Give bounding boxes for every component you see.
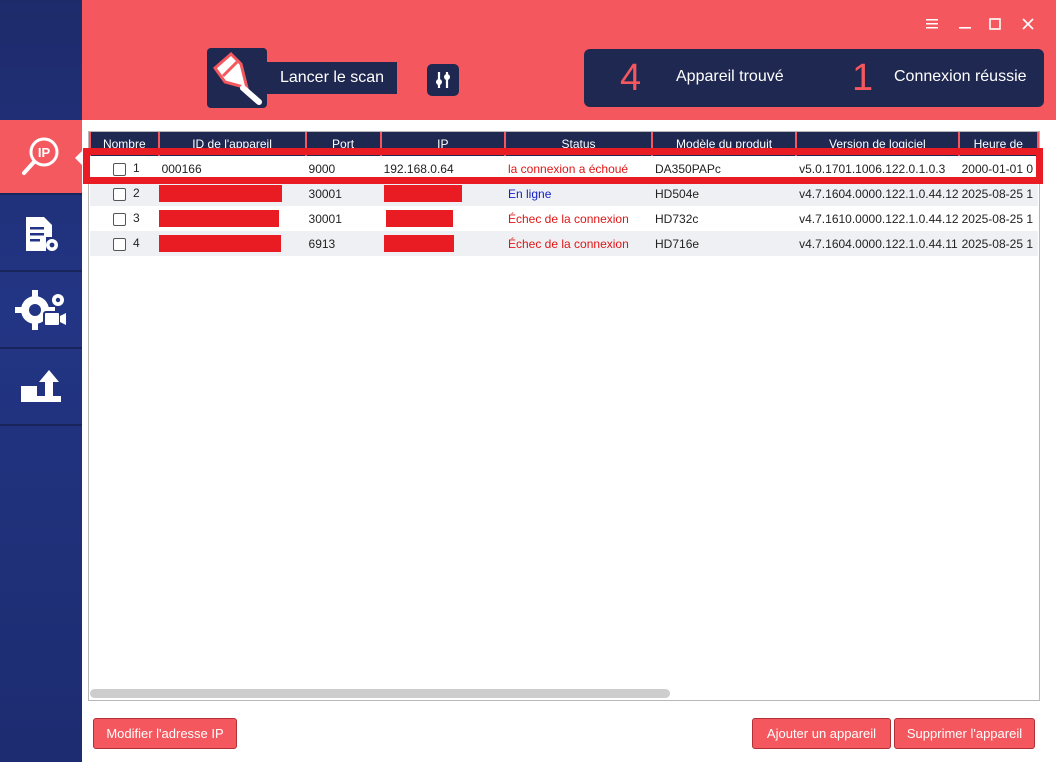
- found-label: Appareil trouvé: [676, 68, 784, 85]
- model-cell: HD504e: [652, 181, 797, 206]
- success-count: 1: [852, 57, 874, 99]
- ip-search-icon: IP: [22, 137, 59, 175]
- sidebar-item-camera-settings[interactable]: [0, 274, 82, 349]
- document-gear-icon: [26, 216, 58, 251]
- menu-icon[interactable]: [922, 14, 942, 34]
- column-header-version[interactable]: Version de logiciel: [795, 132, 960, 156]
- scan-button[interactable]: Lancer le scan: [207, 48, 397, 108]
- column-header-status[interactable]: Status: [503, 132, 654, 156]
- time-cell: 2025-08-25 1: [958, 231, 1038, 256]
- redacted-device-id: [158, 210, 279, 227]
- active-indicator: [75, 150, 83, 166]
- column-header-device-id[interactable]: ID de l'appareil: [157, 132, 307, 156]
- sidebar-item-document-settings[interactable]: [0, 197, 82, 272]
- table-row[interactable]: 4 6913 Échec de la connexion HD716e v4.7…: [90, 231, 1038, 256]
- version-cell: v4.7.1604.0000.122.1.0.44.11: [796, 231, 959, 256]
- table-row[interactable]: 3 30001 Échec de la connexion HD732c v4.…: [90, 206, 1038, 231]
- close-icon[interactable]: [1018, 14, 1038, 34]
- column-header-port[interactable]: Port: [304, 132, 382, 156]
- sidebar-item-ip-search[interactable]: IP: [0, 120, 83, 195]
- add-device-button[interactable]: Ajouter un appareil: [752, 718, 891, 749]
- gear-camera-icon: [15, 289, 66, 330]
- device-table: Nombre ID de l'appareil Port IP Status M…: [89, 132, 1039, 256]
- table-row[interactable]: 1 000166 9000 192.168.0.64 la connexion …: [90, 156, 1038, 181]
- time-cell: 2025-08-25 1: [961, 211, 1033, 226]
- port-cell: 30001: [305, 181, 381, 206]
- minimize-icon[interactable]: [955, 14, 975, 34]
- status-cell: Échec de la connexion: [505, 231, 653, 256]
- table-row[interactable]: 2 30001 En ligne HD504e v4.7.1604.0000.1…: [90, 181, 1038, 206]
- row-checkbox[interactable]: [113, 187, 126, 201]
- row-number: 3: [133, 211, 140, 226]
- device-id-cell: 000166: [161, 161, 202, 176]
- row-checkbox[interactable]: [113, 237, 126, 251]
- time-cell: 2000-01-01 0: [961, 161, 1033, 176]
- column-header-number[interactable]: Nombre: [89, 132, 160, 156]
- maximize-icon[interactable]: [985, 14, 1005, 34]
- port-cell: 30001: [308, 211, 342, 226]
- row-checkbox[interactable]: [113, 162, 126, 176]
- modify-ip-button[interactable]: Modifier l'adresse IP: [93, 718, 237, 749]
- row-number: 1: [133, 161, 140, 176]
- svg-text:IP: IP: [38, 145, 51, 160]
- version-cell: v5.0.1701.1006.122.0.1.0.3: [799, 161, 946, 176]
- status-cell: la connexion a échoué: [508, 161, 629, 176]
- upload-icon: [21, 369, 61, 402]
- status-cell: Échec de la connexion: [508, 211, 629, 226]
- redacted-device-id: [158, 235, 281, 252]
- port-cell: 9000: [308, 161, 336, 176]
- scan-summary: 4 Appareil trouvé 1 Connexion réussie: [584, 49, 1044, 107]
- horizontal-scrollbar[interactable]: [90, 689, 670, 698]
- success-label: Connexion réussie: [894, 68, 1027, 85]
- found-count: 4: [620, 57, 642, 99]
- delete-device-button[interactable]: Supprimer l'appareil: [894, 718, 1035, 749]
- row-number: 4: [133, 236, 140, 251]
- redacted-ip: [385, 210, 453, 227]
- sliders-icon: [436, 72, 450, 88]
- column-header-model[interactable]: Modèle du produit: [651, 132, 798, 156]
- ip-cell: 192.168.0.64: [383, 161, 454, 176]
- column-header-time[interactable]: Heure de: [957, 132, 1039, 156]
- scan-settings-button[interactable]: [427, 64, 459, 96]
- table-header-row: Nombre ID de l'appareil Port IP Status M…: [89, 132, 1039, 156]
- version-cell: v4.7.1604.0000.122.1.0.44.12: [796, 181, 959, 206]
- column-header-ip[interactable]: IP: [379, 132, 507, 156]
- scan-button-label: Lancer le scan: [267, 62, 397, 94]
- model-cell: HD732c: [655, 211, 699, 226]
- row-number: 2: [133, 186, 140, 201]
- redacted-ip: [383, 235, 454, 252]
- status-cell: En ligne: [505, 181, 653, 206]
- device-table-panel: Nombre ID de l'appareil Port IP Status M…: [88, 131, 1040, 701]
- redacted-device-id: [158, 185, 282, 202]
- row-checkbox[interactable]: [113, 212, 126, 226]
- model-cell: DA350PAPc: [655, 161, 721, 176]
- header: Lancer le scan 4 Appareil trouvé 1 Conne…: [82, 0, 1056, 120]
- time-cell: 2025-08-25 1: [958, 181, 1038, 206]
- model-cell: HD716e: [652, 231, 797, 256]
- port-cell: 6913: [305, 231, 381, 256]
- redacted-ip: [383, 185, 462, 202]
- version-cell: v4.7.1610.0000.122.1.0.44.12: [799, 211, 959, 226]
- sidebar-item-upload[interactable]: [0, 351, 82, 426]
- sidebar: IP: [0, 0, 83, 762]
- scan-icon: [207, 48, 267, 108]
